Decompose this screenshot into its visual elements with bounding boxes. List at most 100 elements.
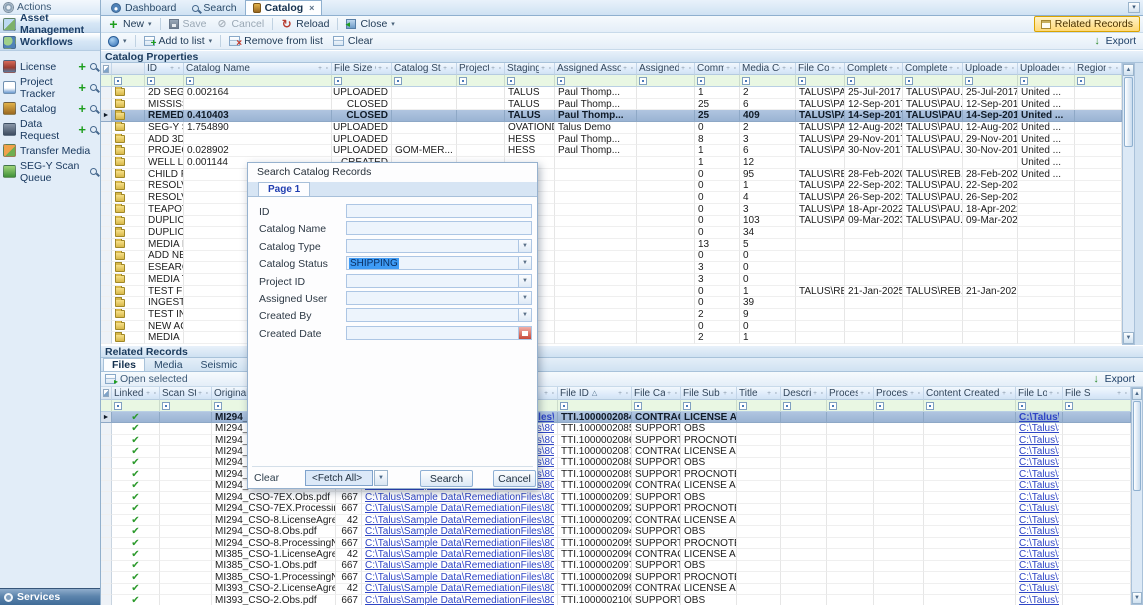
filter-cell-project-id[interactable]: [457, 75, 505, 87]
chevron-down-icon[interactable]: ▾: [123, 37, 127, 45]
table-row[interactable]: ✔MI385_CSO-1.LicenseAgre...42C:\Talus\Sa…: [101, 549, 1131, 560]
created-date-input[interactable]: [346, 326, 532, 340]
catalog-status-input[interactable]: SHIPPING▼: [346, 256, 532, 270]
file-path-link[interactable]: C:\Talus\Sample Data\RemediationFiles\80…: [365, 561, 554, 572]
scroll-up-arrow[interactable]: ▲: [1123, 64, 1134, 76]
header-filter-icon[interactable]: + ▫: [908, 390, 921, 397]
column-header-title[interactable]: Title+ ▫: [737, 387, 781, 400]
related-export-button[interactable]: ↓ Export: [1091, 373, 1139, 385]
filter-cell-description[interactable]: [781, 400, 827, 412]
column-header-blank[interactable]: [112, 63, 145, 75]
chevron-down-icon[interactable]: ▾: [391, 20, 395, 28]
header-filter-icon[interactable]: + ▫: [811, 390, 824, 397]
filter-condition-icon[interactable]: [798, 77, 806, 85]
header-filter-icon[interactable]: + ▫: [765, 390, 778, 397]
table-row[interactable]: ✔MI385_CSO-1.ProcessingN...667C:\Talus\S…: [101, 572, 1131, 583]
chevron-down-icon[interactable]: ▼: [518, 292, 531, 304]
header-filter-icon[interactable]: + ▫: [1115, 390, 1128, 397]
add-icon[interactable]: +: [78, 62, 86, 72]
column-header-file-count[interactable]: File Count+ ▫: [796, 63, 845, 75]
project-id-input[interactable]: ▼: [346, 274, 532, 288]
header-filter-icon[interactable]: + ▫: [1106, 65, 1119, 72]
table-row[interactable]: ✔MI385_CSO-1.Obs.pdf667C:\Talus\Sample D…: [101, 561, 1131, 572]
filter-condition-icon[interactable]: [186, 77, 194, 85]
tabstrip-menu-button[interactable]: ▾: [1128, 2, 1140, 13]
filter-condition-icon[interactable]: [847, 77, 855, 85]
add-to-list-button[interactable]: Add to list▾: [140, 34, 217, 48]
select-all-icon[interactable]: [103, 65, 109, 73]
file-path-link[interactable]: C:\Talus\Sa...: [1019, 446, 1059, 457]
column-header-completed-da[interactable]: Completed Da+ ▫: [903, 63, 963, 75]
column-header-id[interactable]: ID+ ▫: [145, 63, 184, 75]
filter-cell-id[interactable]: [145, 75, 184, 87]
search-icon[interactable]: [90, 105, 97, 112]
file-path-link[interactable]: C:\Talus\Sa...: [1019, 595, 1059, 605]
column-header-processed-b[interactable]: Processed B+ ▫: [827, 387, 874, 400]
file-path-link[interactable]: C:\Talus\Sample Data\RemediationFiles\80…: [365, 538, 554, 549]
column-header-content-created[interactable]: Content Created+ ▫: [924, 387, 1016, 400]
column-header-blank[interactable]: [101, 63, 112, 75]
column-header-completed-b[interactable]: Completed B+ ▫: [845, 63, 903, 75]
filter-cell-completed-b[interactable]: [845, 75, 903, 87]
file-path-link[interactable]: C:\Talus\Sa...: [1019, 572, 1059, 583]
column-header-assigned-us[interactable]: Assigned Us+ ▫: [637, 63, 695, 75]
sidebar-item-transfer-media[interactable]: Transfer Media: [0, 140, 100, 161]
filter-cell-uploaded-da[interactable]: [1018, 75, 1075, 87]
chevron-down-icon[interactable]: ▼: [518, 257, 531, 269]
filter-cell-completed-da[interactable]: [903, 75, 963, 87]
related-records-button[interactable]: Related Records: [1034, 16, 1140, 32]
file-path-link[interactable]: C:\Talus\Sa...: [1019, 458, 1059, 469]
filter-condition-icon[interactable]: [697, 77, 705, 85]
sidebar-item-license[interactable]: License+: [0, 56, 100, 77]
header-filter-icon[interactable]: + ▫: [780, 65, 793, 72]
sidebar-item-catalog[interactable]: Catalog+: [0, 98, 100, 119]
filter-condition-icon[interactable]: [965, 77, 973, 85]
file-path-link[interactable]: C:\Talus\Sample Data\RemediationFiles\80…: [365, 515, 554, 526]
calendar-icon[interactable]: [518, 327, 531, 339]
filter-cell[interactable]: [101, 75, 112, 87]
header-filter-icon[interactable]: + ▫: [144, 390, 157, 397]
header-filter-icon[interactable]: + ▫: [858, 390, 871, 397]
clear-button[interactable]: Clear: [254, 472, 279, 484]
scrollbar-thumb[interactable]: [1124, 77, 1133, 147]
column-header-file-s[interactable]: File S+ ▫: [1063, 387, 1131, 400]
related-tab-files[interactable]: Files: [103, 358, 145, 371]
column-header-file-categor[interactable]: File Categor+ ▫: [632, 387, 681, 400]
tab-search[interactable]: Search: [184, 0, 244, 15]
filter-cell-file-id[interactable]: [558, 400, 632, 412]
reload-button[interactable]: ↻Reload: [277, 17, 333, 31]
file-path-link[interactable]: C:\Talus\Sample Data\RemediationFiles\80…: [365, 526, 554, 537]
search-button[interactable]: Search: [420, 470, 473, 487]
chevron-down-icon[interactable]: ▼: [518, 240, 531, 252]
filter-condition-icon[interactable]: [557, 77, 565, 85]
column-header-comment[interactable]: Comment+ ▫: [695, 63, 740, 75]
filter-condition-icon[interactable]: [560, 402, 568, 410]
header-filter-icon[interactable]: + ▫: [829, 65, 842, 72]
file-path-link[interactable]: C:\Talus\Sa...: [1019, 515, 1059, 526]
header-filter-icon[interactable]: + ▫: [316, 65, 329, 72]
tool-button[interactable]: ▾: [104, 35, 131, 48]
filter-cell-catalog-name[interactable]: [184, 75, 332, 87]
chevron-down-icon[interactable]: ▾: [148, 20, 152, 28]
catalog-name-input[interactable]: [346, 221, 532, 235]
filter-cell-media-cour[interactable]: [740, 75, 796, 87]
export-button[interactable]: ↓ Export: [1092, 35, 1140, 47]
header-filter-icon[interactable]: + ▫: [621, 65, 634, 72]
column-header-region[interactable]: Region+ ▫: [1075, 63, 1122, 75]
related-tab-media[interactable]: Media: [145, 358, 192, 371]
tab-dashboard[interactable]: Dashboard: [103, 0, 184, 15]
filter-condition-icon[interactable]: [1065, 402, 1073, 410]
remove-from-list-button[interactable]: Remove from list: [225, 34, 327, 48]
filter-cell-file-categor[interactable]: [632, 400, 681, 412]
created-by-input[interactable]: ▼: [346, 308, 532, 322]
filter-cell-assigned-assoc[interactable]: [555, 75, 637, 87]
column-header-catalog-statu[interactable]: Catalog Statu+ ▫: [392, 63, 457, 75]
cancel-button[interactable]: Cancel: [493, 470, 536, 487]
dialog-title[interactable]: Search Catalog Records: [248, 163, 537, 182]
filter-cell-assigned-us[interactable]: [637, 75, 695, 87]
header-filter-icon[interactable]: + ▫: [1059, 65, 1072, 72]
header-filter-icon[interactable]: + ▫: [168, 65, 181, 72]
close-button[interactable]: Close▾: [342, 17, 398, 31]
sidebar-item-seg-y-scan-queue[interactable]: SEG-Y Scan Queue: [0, 161, 100, 182]
header-filter-icon[interactable]: + ▫: [1047, 390, 1060, 397]
